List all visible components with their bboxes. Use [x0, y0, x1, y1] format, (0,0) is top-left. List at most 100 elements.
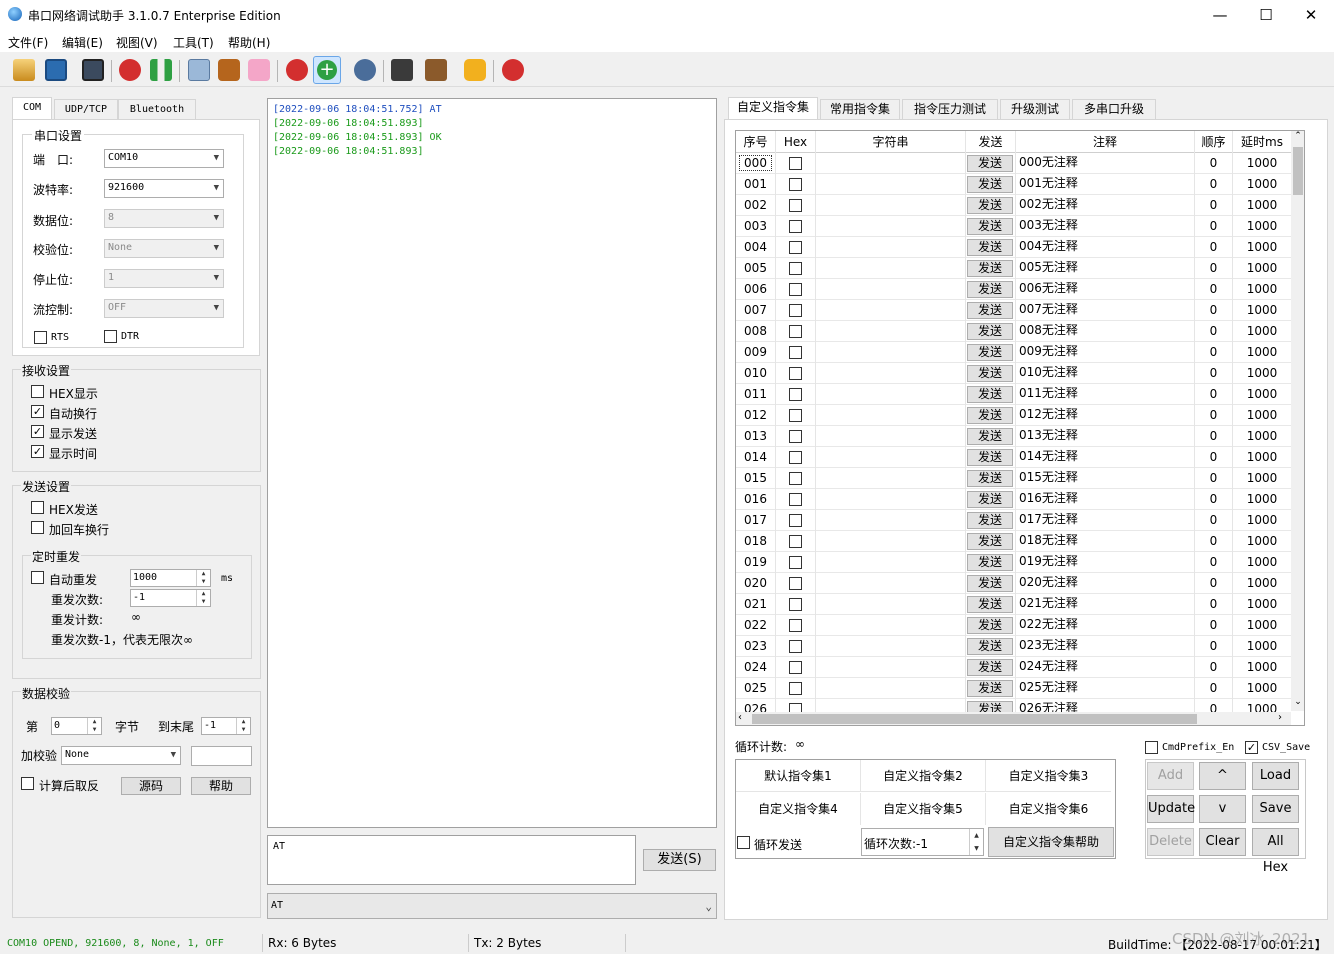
row-send-button[interactable]: 发送: [967, 554, 1013, 571]
tab-common-commands[interactable]: 常用指令集: [820, 99, 900, 119]
row-send-button[interactable]: 发送: [967, 239, 1013, 256]
table-row[interactable]: 012 发送 012无注释 0 1000: [736, 405, 1291, 426]
tab-com[interactable]: COM: [12, 97, 52, 119]
row-hex-checkbox[interactable]: [789, 388, 802, 401]
hex-display-checkbox[interactable]: [31, 385, 44, 398]
row-hex-checkbox[interactable]: [789, 430, 802, 443]
row-order[interactable]: 0: [1195, 279, 1233, 300]
minimize-button[interactable]: —: [1197, 0, 1243, 30]
row-hex-checkbox[interactable]: [789, 682, 802, 695]
row-delay[interactable]: 1000: [1233, 300, 1291, 321]
row-string[interactable]: [816, 510, 966, 531]
invert-checkbox[interactable]: [21, 777, 34, 790]
row-delay[interactable]: 1000: [1233, 636, 1291, 657]
table-row[interactable]: 007 发送 007无注释 0 1000: [736, 300, 1291, 321]
table-row[interactable]: 020 发送 020无注释 0 1000: [736, 573, 1291, 594]
row-order[interactable]: 0: [1195, 342, 1233, 363]
tab-custom-commands[interactable]: 自定义指令集: [728, 97, 818, 119]
table-row[interactable]: 000 发送 000无注释 0 1000: [736, 153, 1291, 174]
maximize-button[interactable]: ☐: [1243, 0, 1289, 30]
save-as-icon[interactable]: [82, 59, 104, 81]
row-note[interactable]: 026无注释: [1016, 699, 1195, 713]
clear-button[interactable]: Clear: [1199, 828, 1246, 856]
row-order[interactable]: 0: [1195, 678, 1233, 699]
row-send-button[interactable]: 发送: [967, 575, 1013, 592]
cmdprefix-checkbox[interactable]: [1145, 741, 1158, 754]
row-delay[interactable]: 1000: [1233, 447, 1291, 468]
row-send-button[interactable]: 发送: [967, 596, 1013, 613]
row-send-button[interactable]: 发送: [967, 260, 1013, 277]
row-order[interactable]: 0: [1195, 699, 1233, 713]
table-row[interactable]: 010 发送 010无注释 0 1000: [736, 363, 1291, 384]
row-delay[interactable]: 1000: [1233, 153, 1291, 174]
row-delay[interactable]: 1000: [1233, 279, 1291, 300]
row-hex-checkbox[interactable]: [789, 241, 802, 254]
row-order[interactable]: 0: [1195, 594, 1233, 615]
history-select[interactable]: AT ⌄: [267, 893, 717, 919]
row-note[interactable]: 001无注释: [1016, 174, 1195, 195]
row-hex-checkbox[interactable]: [789, 514, 802, 527]
row-string[interactable]: [816, 216, 966, 237]
row-send-button[interactable]: 发送: [967, 680, 1013, 697]
menu-help[interactable]: 帮助(H): [228, 34, 270, 51]
remove-icon[interactable]: [286, 59, 308, 81]
source-button[interactable]: 源码: [121, 777, 181, 795]
row-note[interactable]: 004无注释: [1016, 237, 1195, 258]
row-note[interactable]: 009无注释: [1016, 342, 1195, 363]
row-note[interactable]: 021无注释: [1016, 594, 1195, 615]
bookmark-icon[interactable]: [391, 59, 413, 81]
row-order[interactable]: 0: [1195, 405, 1233, 426]
check-result-field[interactable]: [191, 746, 252, 766]
row-delay[interactable]: 1000: [1233, 552, 1291, 573]
row-order[interactable]: 0: [1195, 363, 1233, 384]
row-order[interactable]: 0: [1195, 195, 1233, 216]
row-hex-checkbox[interactable]: [789, 346, 802, 359]
row-string[interactable]: [816, 342, 966, 363]
table-row[interactable]: 001 发送 001无注释 0 1000: [736, 174, 1291, 195]
row-string[interactable]: [816, 384, 966, 405]
help-button[interactable]: 帮助: [191, 777, 251, 795]
row-delay[interactable]: 1000: [1233, 342, 1291, 363]
row-note[interactable]: 019无注释: [1016, 552, 1195, 573]
row-order[interactable]: 0: [1195, 237, 1233, 258]
row-note[interactable]: 024无注释: [1016, 657, 1195, 678]
row-send-button[interactable]: 发送: [967, 344, 1013, 361]
tab-multi-upgrade[interactable]: 多串口升级: [1072, 99, 1156, 119]
table-row[interactable]: 003 发送 003无注释 0 1000: [736, 216, 1291, 237]
set-button-3[interactable]: 自定义指令集3: [986, 760, 1111, 792]
gift-icon[interactable]: [248, 59, 270, 81]
row-order[interactable]: 0: [1195, 657, 1233, 678]
row-hex-checkbox[interactable]: [789, 325, 802, 338]
row-note[interactable]: 025无注释: [1016, 678, 1195, 699]
row-order[interactable]: 0: [1195, 489, 1233, 510]
row-string[interactable]: [816, 594, 966, 615]
row-string[interactable]: [816, 657, 966, 678]
menu-view[interactable]: 视图(V): [116, 34, 158, 51]
set-button-1[interactable]: 默认指令集1: [736, 760, 861, 792]
row-hex-checkbox[interactable]: [789, 262, 802, 275]
row-order[interactable]: 0: [1195, 321, 1233, 342]
row-string[interactable]: [816, 636, 966, 657]
hex-send-checkbox[interactable]: [31, 501, 44, 514]
row-delay[interactable]: 1000: [1233, 699, 1291, 713]
table-row[interactable]: 002 发送 002无注释 0 1000: [736, 195, 1291, 216]
row-send-button[interactable]: 发送: [967, 197, 1013, 214]
row-note[interactable]: 016无注释: [1016, 489, 1195, 510]
row-send-button[interactable]: 发送: [967, 617, 1013, 634]
row-send-button[interactable]: 发送: [967, 323, 1013, 340]
row-delay[interactable]: 1000: [1233, 363, 1291, 384]
table-row[interactable]: 023 发送 023无注释 0 1000: [736, 636, 1291, 657]
row-string[interactable]: [816, 237, 966, 258]
save-icon[interactable]: [45, 59, 67, 81]
row-note[interactable]: 020无注释: [1016, 573, 1195, 594]
to-byte-spinner[interactable]: -1 ▲ ▼: [201, 717, 251, 735]
row-order[interactable]: 0: [1195, 636, 1233, 657]
row-delay[interactable]: 1000: [1233, 174, 1291, 195]
table-row[interactable]: 019 发送 019无注释 0 1000: [736, 552, 1291, 573]
menu-tools[interactable]: 工具(T): [173, 34, 214, 51]
row-order[interactable]: 0: [1195, 426, 1233, 447]
add-button[interactable]: Add: [1147, 762, 1194, 790]
add-crlf-checkbox[interactable]: [31, 521, 44, 534]
update-button[interactable]: Update: [1147, 795, 1195, 823]
row-string[interactable]: [816, 405, 966, 426]
